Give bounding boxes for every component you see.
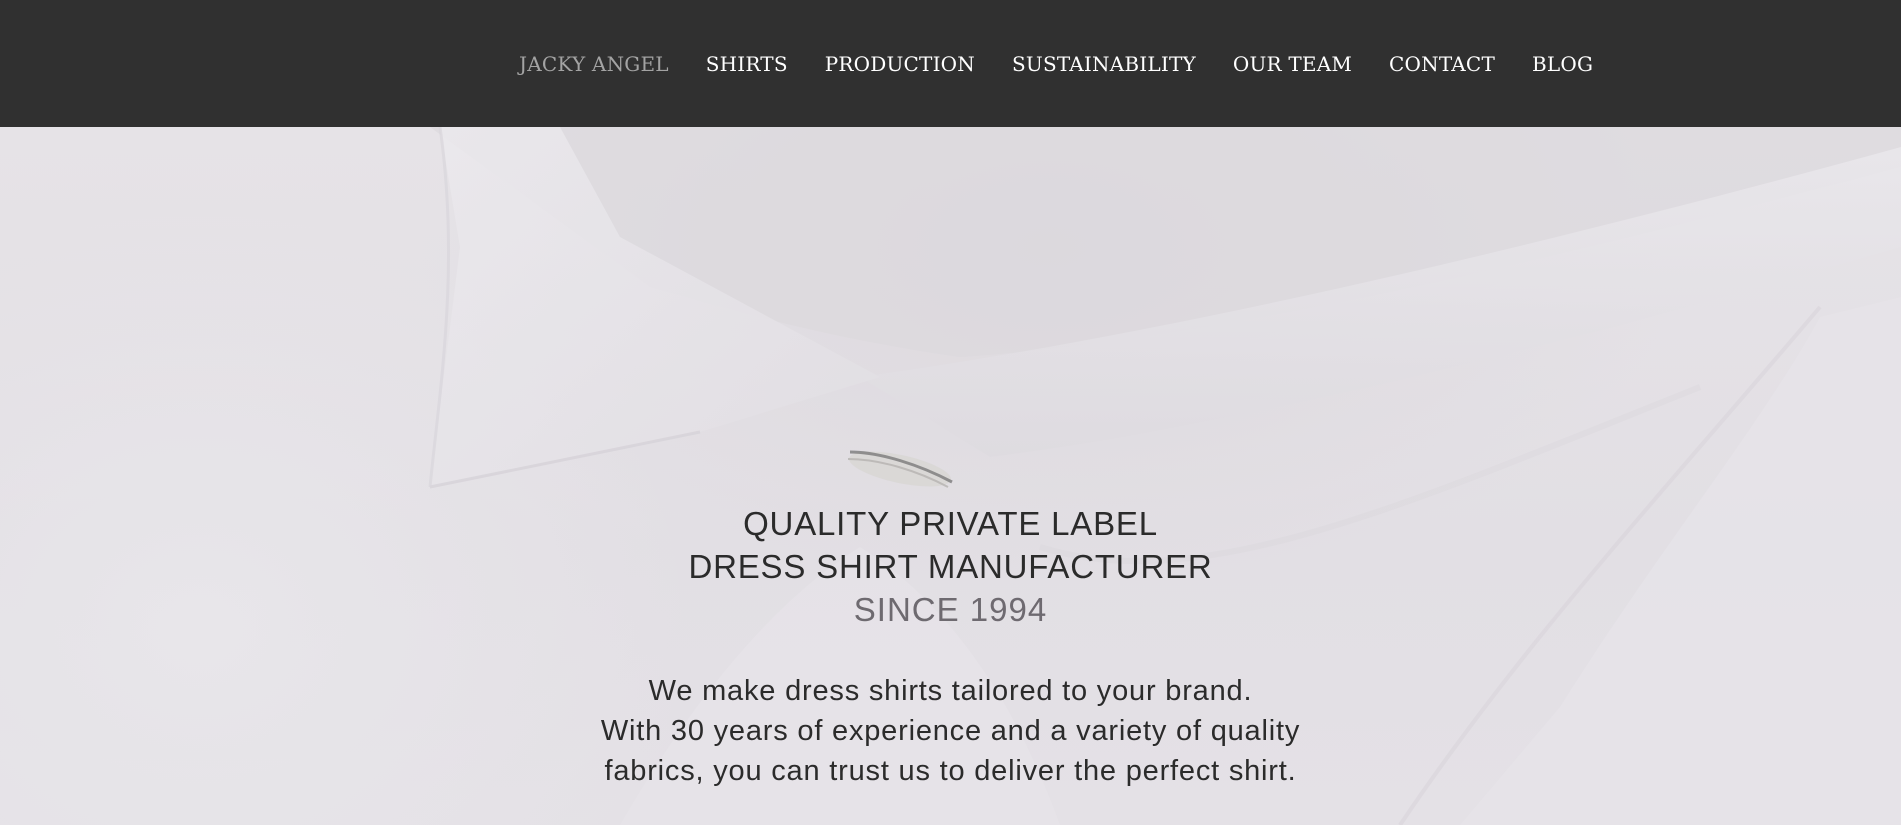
nav-item-contact[interactable]: CONTACT bbox=[1389, 52, 1495, 76]
headline-line-1: QUALITY PRIVATE LABEL bbox=[743, 505, 1158, 542]
headline-line-2: DRESS SHIRT MANUFACTURER bbox=[688, 548, 1213, 585]
nav-item-sustainability[interactable]: SUSTAINABILITY bbox=[1012, 52, 1196, 76]
description-line-1: We make dress shirts tailored to your br… bbox=[648, 675, 1253, 707]
nav-item-our-team[interactable]: OUR TEAM bbox=[1233, 52, 1352, 76]
hero-section: QUALITY PRIVATE LABEL DRESS SHIRT MANUFA… bbox=[0, 127, 1901, 825]
nav-brand-jacky-angel[interactable]: JACKY ANGEL bbox=[519, 52, 669, 76]
nav-item-blog[interactable]: BLOG bbox=[1532, 52, 1593, 76]
nav-menu: JACKY ANGEL SHIRTS PRODUCTION SUSTAINABI… bbox=[519, 0, 1593, 127]
hero-description: We make dress shirts tailored to your br… bbox=[0, 671, 1901, 791]
nav-item-production[interactable]: PRODUCTION bbox=[825, 52, 975, 76]
description-line-3: fabrics, you can trust us to deliver the… bbox=[604, 755, 1297, 787]
shirt-button-graphic bbox=[847, 450, 953, 488]
description-line-2: With 30 years of experience and a variet… bbox=[600, 715, 1301, 747]
top-navigation-bar: JACKY ANGEL SHIRTS PRODUCTION SUSTAINABI… bbox=[0, 0, 1901, 127]
hero-headline: QUALITY PRIVATE LABEL DRESS SHIRT MANUFA… bbox=[0, 502, 1901, 631]
since-year-label: SINCE 1994 bbox=[853, 591, 1048, 628]
nav-item-shirts[interactable]: SHIRTS bbox=[706, 52, 788, 76]
